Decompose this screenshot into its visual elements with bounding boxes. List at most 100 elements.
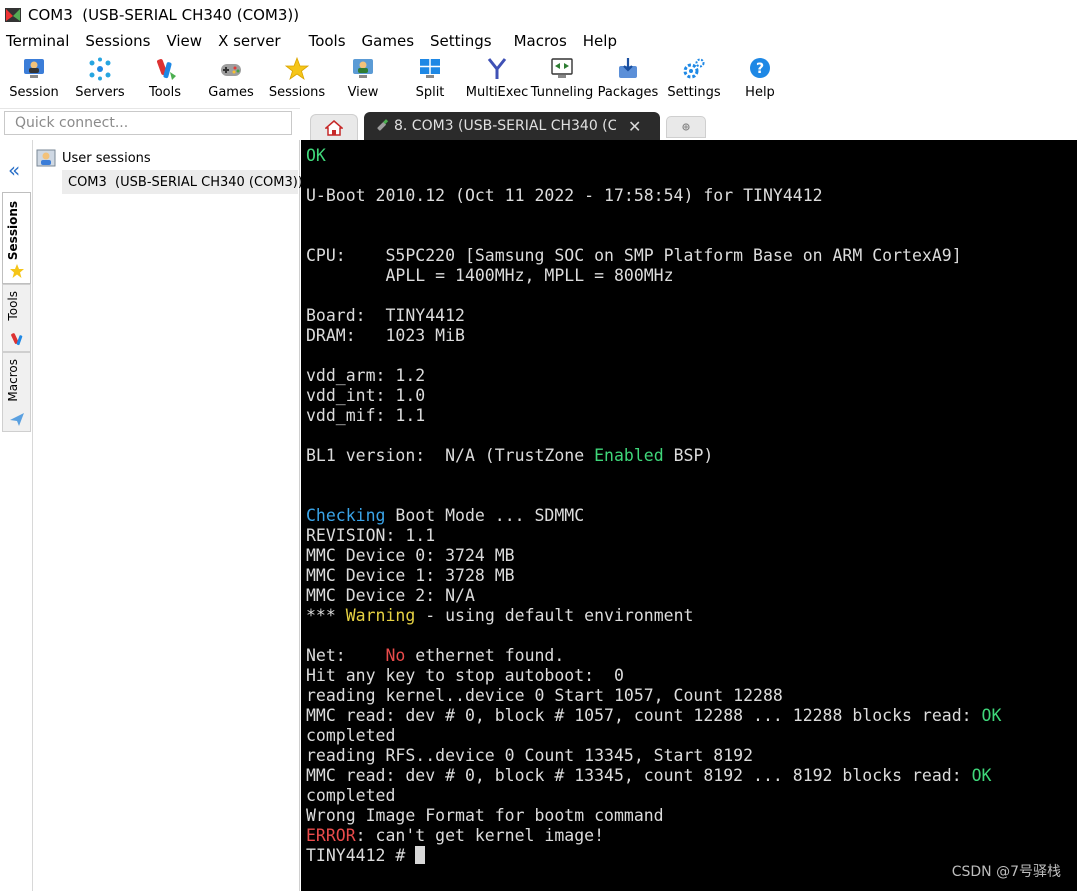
packages-button[interactable]: Packages [594, 52, 662, 108]
help-icon: ? [750, 58, 770, 78]
tunneling-label: Tunneling [530, 85, 594, 100]
menu-sessions[interactable]: Sessions [79, 32, 156, 50]
tunneling-icon [551, 58, 573, 78]
servers-button[interactable]: Servers [68, 52, 132, 108]
servers-icon [89, 57, 111, 81]
vtab-macros[interactable]: Macros [2, 352, 31, 432]
terminal-text-segment: U-Boot 2010.12 (Oct 11 2022 - 17:58:54) … [306, 186, 823, 205]
vtab-sessions[interactable]: Sessions [2, 192, 31, 284]
sessions-button[interactable]: Sessions [264, 52, 330, 108]
terminal-line: completed [306, 786, 1001, 806]
menu-view[interactable]: View [160, 32, 208, 50]
terminal-line: MMC Device 0: 3724 MB [306, 546, 1001, 566]
split-label: Split [415, 85, 445, 100]
games-icon [221, 64, 241, 76]
terminal-text-segment: vdd_mif: 1.1 [306, 406, 426, 425]
terminal-text-segment: Board: TINY4412 [306, 306, 465, 325]
terminal-text-segment: completed [306, 786, 396, 805]
tree-item-com3[interactable]: COM3 (USB-SERIAL CH340 (COM3)) [62, 170, 303, 194]
user-sessions-icon [36, 149, 56, 167]
games-button[interactable]: Games [198, 52, 264, 108]
servers-label: Servers [75, 85, 125, 100]
packages-label: Packages [597, 85, 659, 100]
collapse-sidebar-icon[interactable]: « [8, 158, 20, 182]
terminal-text-segment: : can't get kernel image! [355, 826, 605, 845]
terminal-line: vdd_arm: 1.2 [306, 366, 1001, 386]
tab-com3-session[interactable]: 8. COM3 (USB-SERIAL CH340 (COM ✕ [364, 112, 660, 140]
split-button[interactable]: Split [396, 52, 464, 108]
games-label: Games [208, 85, 254, 100]
help-button[interactable]: ? Help [726, 52, 794, 108]
multiexec-button[interactable]: MultiExec [464, 52, 530, 108]
multiexec-label: MultiExec [465, 85, 529, 100]
terminal-text-segment: Enabled [594, 446, 664, 465]
menu-settings[interactable]: Settings [424, 32, 498, 50]
terminal-text-segment: Net: [306, 646, 386, 665]
terminal-text-segment: completed [306, 726, 396, 745]
terminal-line: *** Warning - using default environment [306, 606, 1001, 626]
menu-games[interactable]: Games [356, 32, 420, 50]
tools-icon [157, 59, 176, 80]
settings-icon [683, 58, 705, 79]
split-icon [420, 59, 440, 78]
packages-icon [619, 58, 637, 78]
terminal-line: reading RFS..device 0 Count 13345, Start… [306, 746, 1001, 766]
menu-help[interactable]: Help [577, 32, 623, 50]
tab-close-icon[interactable]: ✕ [628, 117, 641, 136]
mobaxterm-app-icon [5, 8, 21, 22]
menu-bar: Terminal Sessions View X server Tools Ga… [0, 30, 1077, 52]
home-icon [325, 119, 343, 136]
terminal-text-segment: DRAM: 1023 MiB [306, 326, 465, 345]
terminal-text-segment: ERROR [306, 826, 356, 845]
terminal-line: CPU: S5PC220 [Samsung SOC on SMP Platfor… [306, 246, 1001, 266]
tunneling-button[interactable]: Tunneling [530, 52, 594, 108]
terminal-line: REVISION: 1.1 [306, 526, 1001, 546]
sidebar-vertical-tabs: « Sessions Tools Macros [0, 140, 33, 891]
terminal-line: reading kernel..device 0 Start 1057, Cou… [306, 686, 1001, 706]
watermark: CSDN @7号驿栈 [951, 864, 1061, 880]
menu-tools[interactable]: Tools [303, 32, 352, 50]
session-icon [24, 59, 44, 78]
session-label: Session [9, 85, 59, 100]
tab-title: 8. COM3 (USB-SERIAL CH340 (COM [394, 118, 616, 134]
terminal-line: ERROR: can't get kernel image! [306, 826, 1001, 846]
tree-user-sessions[interactable]: User sessions [36, 148, 151, 168]
terminal-text-segment: vdd_arm: 1.2 [306, 366, 426, 385]
view-label: View [347, 85, 379, 100]
tab-home[interactable] [310, 114, 358, 140]
settings-button[interactable]: Settings [662, 52, 726, 108]
settings-label: Settings [667, 85, 721, 100]
help-label: Help [745, 85, 775, 100]
terminal-line: Hit any key to stop autoboot: 0 [306, 666, 1001, 686]
svg-text:?: ? [756, 61, 764, 77]
terminal-text-segment: OK [306, 146, 326, 165]
terminal-line: completed [306, 726, 1001, 746]
new-tab-icon [682, 123, 690, 131]
multiexec-icon [487, 58, 507, 79]
session-button[interactable]: Session [0, 52, 68, 108]
quick-connect-input[interactable] [4, 111, 292, 135]
terminal-text-segment: Warning [345, 606, 416, 625]
menu-terminal[interactable]: Terminal [0, 32, 75, 50]
title-bar: COM3 (USB-SERIAL CH340 (COM3)) [0, 0, 1077, 30]
view-button[interactable]: View [330, 52, 396, 108]
vtab-sessions-label: Sessions [6, 201, 20, 261]
terminal-text-segment: MMC Device 0: 3724 MB [306, 546, 515, 565]
view-icon [353, 59, 373, 78]
new-tab-button[interactable] [666, 116, 706, 138]
terminal-view[interactable]: OK U-Boot 2010.12 (Oct 11 2022 - 17:58:54… [301, 140, 1077, 891]
terminal-text-segment: Checking [306, 506, 386, 525]
tools-button[interactable]: Tools [132, 52, 198, 108]
vtab-tools-label: Tools [6, 291, 20, 321]
menu-x-server[interactable]: X server [212, 32, 287, 50]
terminal-line: BL1 version: N/A (TrustZone Enabled BSP) [306, 446, 1001, 466]
vtab-tools[interactable]: Tools [2, 284, 31, 352]
terminal-text-segment: BSP) [663, 446, 714, 465]
menu-macros[interactable]: Macros [508, 32, 573, 50]
terminal-text-segment: Boot Mode ... SDMMC [385, 506, 585, 525]
